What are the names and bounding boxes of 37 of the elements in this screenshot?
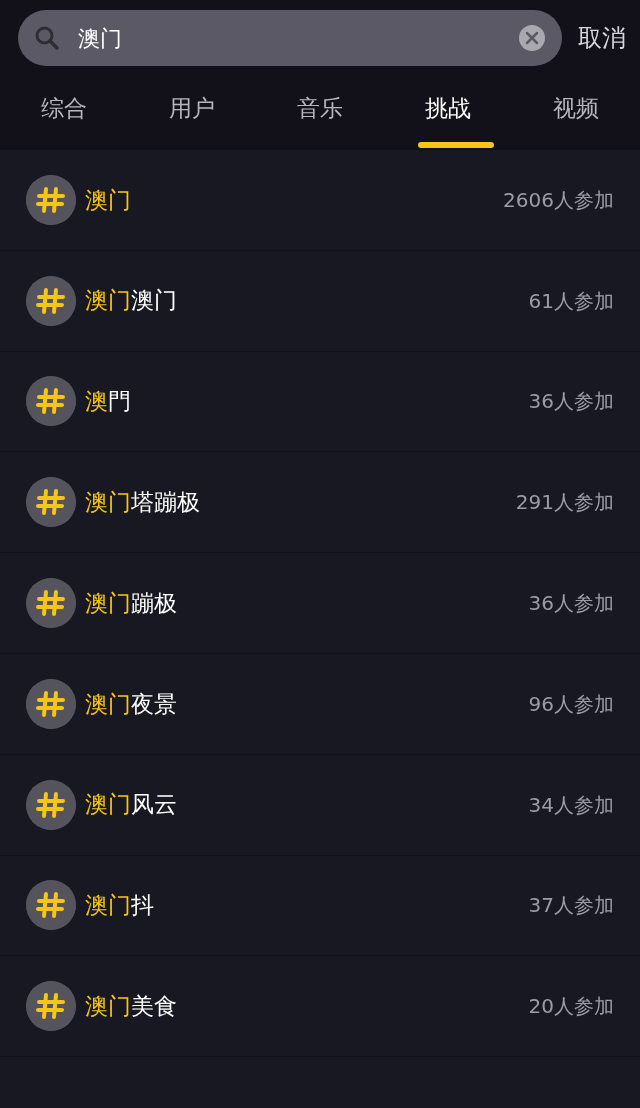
challenge-name[interactable]: 澳门塔蹦极 xyxy=(85,485,200,520)
tab[interactable]: 综合 xyxy=(0,66,128,150)
tab[interactable]: 音乐 xyxy=(256,66,384,150)
participant-count: 37人参加 xyxy=(528,892,614,920)
hashtag-icon xyxy=(26,275,76,326)
hashtag-icon xyxy=(26,477,76,528)
participant-count: 34人参加 xyxy=(528,791,614,819)
challenge-name[interactable]: 澳门澳门 xyxy=(85,283,177,318)
hashtag-icon xyxy=(26,880,76,931)
challenge-name[interactable]: 澳門 xyxy=(85,384,131,419)
challenge-name[interactable]: 澳门抖 xyxy=(85,888,154,923)
tab[interactable]: 用户 xyxy=(128,66,256,150)
search-field[interactable]: 澳门 xyxy=(76,20,518,56)
tab[interactable]: 视频 xyxy=(512,66,640,150)
participant-count: 20人参加 xyxy=(528,993,614,1021)
challenge-name[interactable]: 澳门蹦极 xyxy=(85,585,177,621)
tab[interactable]: 挑战 xyxy=(384,66,512,150)
challenge-name[interactable]: 澳门夜景 xyxy=(85,686,177,722)
participant-count: 291人参加 xyxy=(515,489,614,517)
participant-count: 2606人参加 xyxy=(503,186,614,214)
search-bar[interactable]: 澳门 xyxy=(18,10,562,66)
cancel-button[interactable]: 取消 xyxy=(562,10,640,66)
hashtag-icon xyxy=(26,578,76,629)
hashtag-icon xyxy=(26,174,76,225)
hashtag-icon xyxy=(26,779,76,830)
search-icon xyxy=(34,25,60,51)
hashtag-icon xyxy=(26,376,76,427)
participant-count: 36人参加 xyxy=(528,388,614,416)
challenge-name[interactable]: 澳门风云 xyxy=(85,787,177,822)
hashtag-icon xyxy=(26,678,76,729)
participant-count: 61人参加 xyxy=(528,287,614,315)
clear-icon[interactable] xyxy=(518,24,546,52)
challenge-name[interactable]: 澳门 xyxy=(85,182,131,218)
hashtag-icon xyxy=(26,981,76,1032)
participant-count: 36人参加 xyxy=(528,590,614,618)
challenge-name[interactable]: 澳门美食 xyxy=(85,989,177,1024)
participant-count: 96人参加 xyxy=(528,690,614,718)
